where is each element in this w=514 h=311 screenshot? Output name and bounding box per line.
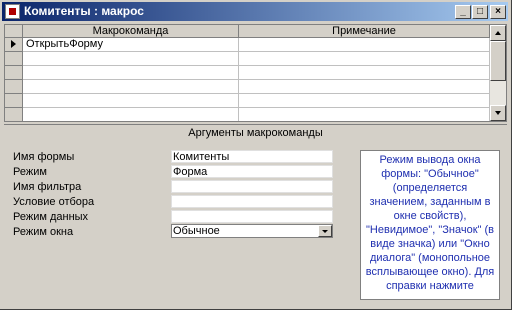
window-mode-value: Обычное xyxy=(173,225,220,237)
note-cell[interactable] xyxy=(239,66,490,80)
macro-grid: Макрокоманда Примечание ОткрытьФорму xyxy=(4,24,507,122)
note-cell[interactable] xyxy=(239,52,490,66)
where-condition-label: Условие отбора xyxy=(13,196,95,208)
vertical-scrollbar[interactable] xyxy=(490,25,506,121)
data-mode-field[interactable] xyxy=(171,210,333,223)
mode-field[interactable]: Форма xyxy=(171,165,333,178)
row-selector[interactable] xyxy=(5,80,23,94)
filter-name-field[interactable] xyxy=(171,180,333,193)
arguments-heading: Аргументы макрокоманды xyxy=(188,127,323,139)
note-cell[interactable] xyxy=(239,108,490,121)
macro-action-cell[interactable]: ОткрытьФорму xyxy=(23,38,239,52)
macro-action-cell[interactable] xyxy=(23,66,239,80)
grid-corner xyxy=(5,25,23,38)
current-row-arrow-icon xyxy=(11,40,16,48)
column-header-note[interactable]: Примечание xyxy=(239,25,490,38)
scroll-up-arrow-icon[interactable] xyxy=(490,25,506,41)
filter-name-label: Имя фильтра xyxy=(13,181,82,193)
row-selector[interactable] xyxy=(5,108,23,121)
row-selector[interactable] xyxy=(5,52,23,66)
note-cell[interactable] xyxy=(239,94,490,108)
row-selector[interactable] xyxy=(5,94,23,108)
note-cell[interactable] xyxy=(239,38,490,52)
maximize-button[interactable]: □ xyxy=(472,5,488,19)
row-selector[interactable] xyxy=(5,38,23,52)
scroll-thumb[interactable] xyxy=(490,41,506,81)
window-mode-dropdown[interactable]: Обычное xyxy=(171,224,333,238)
macro-action-cell[interactable] xyxy=(23,80,239,94)
pane-divider[interactable] xyxy=(4,124,507,125)
macro-action-cell[interactable] xyxy=(23,52,239,66)
minimize-button[interactable]: _ xyxy=(455,5,471,19)
form-name-field[interactable]: Комитенты xyxy=(171,150,333,163)
data-mode-label: Режим данных xyxy=(13,211,89,223)
macro-icon xyxy=(5,4,20,19)
form-name-label: Имя формы xyxy=(13,151,75,163)
macro-action-cell[interactable] xyxy=(23,94,239,108)
row-selector[interactable] xyxy=(5,66,23,80)
scroll-down-arrow-icon[interactable] xyxy=(490,105,506,121)
close-button[interactable]: × xyxy=(490,5,506,19)
macro-action-cell[interactable] xyxy=(23,108,239,121)
help-panel: Режим вывода окна формы: "Обычное" (опре… xyxy=(360,150,500,300)
title-bar[interactable]: Комитенты : макрос _ □ × xyxy=(2,2,508,21)
dropdown-arrow-icon[interactable] xyxy=(318,225,332,237)
window-title: Комитенты : макрос xyxy=(24,4,144,18)
mode-label: Режим xyxy=(13,166,47,178)
note-cell[interactable] xyxy=(239,80,490,94)
column-header-action[interactable]: Макрокоманда xyxy=(23,25,239,38)
macro-window: Комитенты : макрос _ □ × Макрокоманда Пр… xyxy=(0,0,512,310)
where-condition-field[interactable] xyxy=(171,195,333,208)
window-mode-label: Режим окна xyxy=(13,226,74,238)
